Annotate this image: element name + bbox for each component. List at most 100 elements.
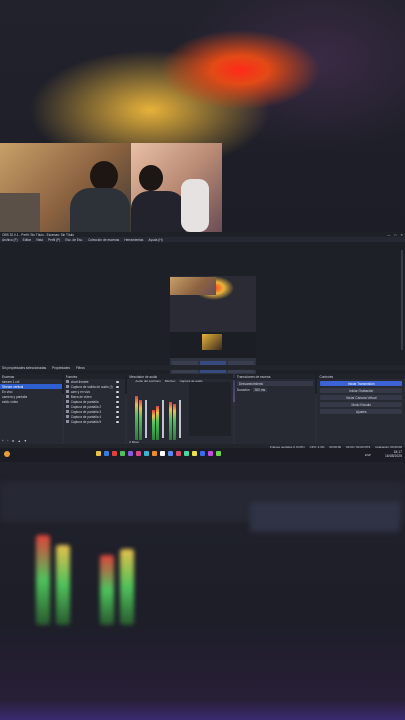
visibility-eye-icon[interactable]: [116, 410, 120, 413]
source-label: chart theatre: [70, 379, 89, 384]
menu-scene-collection[interactable]: Colección de escenas: [88, 238, 119, 242]
maximize-button[interactable]: □: [394, 233, 396, 237]
duration-label: Duración: [236, 388, 250, 392]
audio-meter: [169, 402, 173, 440]
controls-dock: Controles Iniciar Transmisión Iniciar Gr…: [317, 374, 405, 444]
obs-window: OBS 32.0.1 - Perfil: Sin Título - Escena…: [0, 232, 405, 462]
menu-scenes[interactable]: Esc. de Esc.: [65, 238, 83, 242]
webcam-right: [131, 143, 222, 232]
source-type-icon: [65, 380, 69, 383]
menu-file[interactable]: Archivo (F): [2, 238, 18, 242]
visibility-eye-icon[interactable]: [116, 405, 120, 408]
move-down-icon[interactable]: ▼: [24, 439, 27, 443]
mixer-channel-label: Mic/Aux: [164, 379, 176, 383]
taskbar-app-icon[interactable]: [176, 451, 181, 456]
menu-help[interactable]: Ayuda (H): [148, 238, 162, 242]
start-virtual-camera-button[interactable]: Iniciar Cámara Virtual: [320, 395, 402, 400]
visibility-eye-icon[interactable]: [116, 390, 120, 393]
audio-meter: [156, 406, 160, 440]
language-indicator[interactable]: ESP: [365, 453, 371, 457]
scene-item[interactable]: estilo vídeo: [0, 399, 62, 404]
source-label: Captura de pantalla 3: [70, 409, 102, 414]
visibility-eye-icon[interactable]: [116, 395, 120, 398]
menu-view[interactable]: Vista: [36, 238, 43, 242]
taskbar-app-icon[interactable]: [192, 451, 197, 456]
taskbar-app-icon[interactable]: [216, 451, 221, 456]
start-recording-button[interactable]: Iniciar Grabación: [320, 388, 402, 393]
taskbar-app-icon[interactable]: [152, 451, 157, 456]
source-type-icon: [65, 390, 69, 393]
preview-scrollbar[interactable]: [401, 250, 403, 350]
transitions-header: Transiciones de escena: [234, 374, 316, 379]
source-type-icon: [65, 415, 69, 418]
move-up-icon[interactable]: ▲: [18, 439, 21, 443]
system-tray[interactable]: 18:17 16/08/2025: [385, 450, 402, 458]
mixer-empty-area: [189, 382, 232, 436]
source-label: Captura de pantalla 5: [70, 419, 102, 424]
settings-button[interactable]: Ajustes: [320, 409, 402, 414]
taskbar-app-icon[interactable]: [120, 451, 125, 456]
visibility-eye-icon[interactable]: [116, 400, 120, 403]
source-label: Barra de vídeo: [70, 394, 92, 399]
visibility-eye-icon[interactable]: [116, 420, 120, 423]
source-type-icon: [65, 420, 69, 423]
clock-date: 16/08/2025: [385, 454, 402, 458]
taskbar-app-icon[interactable]: [168, 451, 173, 456]
taskbar-app-icon[interactable]: [144, 451, 149, 456]
taskbar-app-icon[interactable]: [208, 451, 213, 456]
dock-area: Escenas stream 1 cnl Stream vertical En …: [0, 374, 405, 444]
source-label: Captura de salida de audio (I): [70, 384, 113, 389]
add-scene-icon[interactable]: +: [2, 439, 4, 443]
filters-button[interactable]: Filtros: [76, 366, 85, 370]
source-type-icon: [65, 405, 69, 408]
blurred-background-top: [0, 0, 405, 232]
controls-header: Controles: [317, 374, 405, 379]
source-item[interactable]: Captura de pantalla 5: [64, 419, 126, 424]
visibility-eye-icon[interactable]: [116, 415, 120, 418]
taskbar-app-icon[interactable]: [160, 451, 165, 456]
no-properties-label: Sin propiedades seleccionadas: [2, 365, 47, 370]
preview-area[interactable]: [0, 242, 405, 402]
source-type-icon: [65, 410, 69, 413]
audio-mixer-dock: Mezclador de audio Audio del escritorio …: [127, 374, 233, 444]
volume-slider[interactable]: [162, 400, 165, 438]
taskbar-app-icon[interactable]: [200, 451, 205, 456]
studio-mode-button[interactable]: Modo Estudio: [320, 402, 402, 407]
webcam-strip: [0, 143, 222, 232]
minimize-button[interactable]: —: [387, 233, 390, 237]
source-label: Captura de pantalla 4: [70, 414, 102, 419]
source-type-icon: [65, 395, 69, 398]
close-button[interactable]: ✕: [400, 233, 403, 237]
menu-tools[interactable]: Herramientas: [124, 238, 143, 242]
source-label: cam y en vivo: [70, 389, 91, 394]
properties-button[interactable]: Propiedades: [52, 366, 70, 370]
weather-icon[interactable]: [4, 451, 10, 457]
source-label: Captura de pantalla 2: [70, 404, 102, 409]
scene-settings-icon[interactable]: ⚙: [12, 439, 15, 443]
taskbar-app-icon[interactable]: [104, 451, 109, 456]
volume-slider[interactable]: [145, 400, 148, 438]
visibility-eye-icon[interactable]: [116, 385, 120, 388]
taskbar-app-icon[interactable]: [184, 451, 189, 456]
menu-edit[interactable]: Editar: [23, 238, 31, 242]
transitions-dock: Transiciones de escena Desvanecimiento D…: [234, 374, 316, 444]
taskbar-app-icon[interactable]: [128, 451, 133, 456]
visibility-eye-icon[interactable]: [116, 380, 120, 383]
remove-scene-icon[interactable]: −: [7, 439, 9, 443]
taskbar-app-icon[interactable]: [96, 451, 101, 456]
audio-meter: [135, 396, 139, 440]
scenes-dock: Escenas stream 1 cnl Stream vertical En …: [0, 374, 62, 444]
sources-dock: Fuentes chart theatre Captura de salida …: [63, 374, 126, 444]
start-streaming-button[interactable]: Iniciar Transmisión: [320, 381, 402, 386]
duration-input[interactable]: 300 ms: [252, 388, 268, 392]
preview-toolbar: Sin propiedades seleccionadas Propiedade…: [0, 365, 405, 370]
window-title: OBS 32.0.1 - Perfil: Sin Título - Escena…: [2, 232, 74, 237]
taskbar-icons: [96, 451, 221, 456]
volume-slider[interactable]: [179, 400, 182, 438]
webcam-left: [0, 143, 131, 232]
source-label: Captura de pantalla: [70, 399, 99, 404]
menu-profile[interactable]: Perfil (P): [48, 238, 60, 242]
taskbar-app-icon[interactable]: [136, 451, 141, 456]
transition-type-select[interactable]: Desvanecimiento: [236, 381, 314, 386]
taskbar-app-icon[interactable]: [112, 451, 117, 456]
